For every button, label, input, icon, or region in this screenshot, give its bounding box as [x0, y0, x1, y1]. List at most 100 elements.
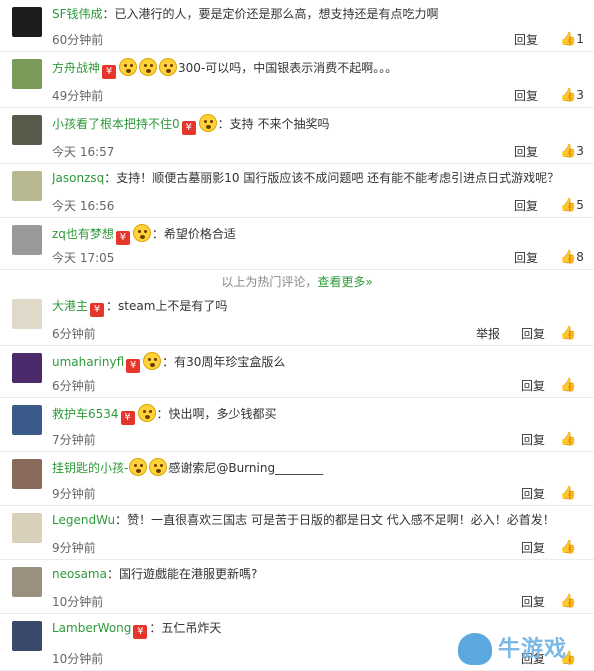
comment-time: 6分钟前 [52, 379, 96, 393]
like-button[interactable]: 👍5 [560, 198, 584, 213]
thumbs-up-icon: 👍 [560, 432, 577, 447]
reply-button[interactable]: 回复 [521, 487, 545, 501]
comment-item: 大港主 ¥ ：steam上不是有了吗 6分钟前 举报 回复 👍 [0, 292, 594, 346]
comment-time: 49分钟前 [52, 89, 104, 103]
thumbs-up-icon: 👍 [560, 32, 577, 47]
red-envelope-icon: ¥ [90, 303, 105, 317]
thumbs-up-icon: 👍 [560, 540, 577, 555]
like-count: 3 [576, 88, 584, 102]
report-button[interactable]: 举报 [476, 327, 500, 341]
like-button[interactable]: 👍 [560, 326, 576, 341]
comment-text: 感谢索尼@Burning________ [168, 461, 324, 475]
comment-time: 6分钟前 [52, 327, 96, 341]
divider-text: 以上为热门评论， [221, 275, 318, 289]
comment-time: 9分钟前 [52, 487, 96, 501]
thumbs-up-icon: 👍 [560, 88, 577, 103]
comment-text: ：已入港行的人，要是定价还是那么高，想支持还是有点吃力啊 [102, 7, 439, 21]
comment-item: 小孩看了根本把持不住0 ¥ ：支持 不来个抽奖吗 今天 16:57 回复 👍3 [0, 108, 594, 164]
like-button[interactable]: 👍 [560, 594, 576, 609]
reply-button[interactable]: 回复 [521, 541, 545, 555]
like-count: 1 [576, 32, 584, 46]
thumbs-up-icon: 👍 [560, 144, 577, 159]
like-button[interactable]: 👍 [560, 378, 576, 393]
reply-button[interactable]: 回复 [521, 327, 545, 341]
like-button[interactable]: 👍8 [560, 250, 584, 265]
thumbs-up-icon: 👍 [560, 326, 577, 341]
emoji-icon [139, 58, 158, 76]
avatar[interactable] [12, 353, 42, 383]
thumbs-up-icon: 👍 [560, 198, 577, 213]
username-link[interactable]: Jasonzsq [52, 171, 104, 185]
like-button[interactable]: 👍 [560, 432, 576, 447]
avatar[interactable] [12, 7, 42, 37]
username-link[interactable]: LamberWong [52, 621, 131, 635]
like-count: 3 [576, 144, 584, 158]
emoji-icon [119, 58, 138, 76]
username-link[interactable]: LegendWu [52, 513, 115, 527]
red-envelope-icon: ¥ [115, 231, 130, 245]
username-link[interactable]: neosama [52, 567, 107, 581]
comment-text: ：五仁吊炸天 [149, 621, 222, 635]
reply-button[interactable]: 回复 [521, 595, 545, 609]
like-count: 8 [576, 250, 584, 264]
reply-button[interactable]: 回复 [514, 33, 538, 47]
comment-text: ：支持 不来个抽奖吗 [217, 117, 330, 131]
username-link[interactable]: zq也有梦想 [52, 227, 114, 241]
username-link[interactable]: SF钱伟成 [52, 7, 103, 21]
reply-button[interactable]: 回复 [514, 145, 538, 159]
hot-comments-divider: 以上为热门评论，查看更多» [0, 270, 594, 294]
like-button[interactable]: 👍3 [560, 88, 584, 103]
emoji-icon [143, 352, 162, 370]
like-button[interactable]: 👍 [560, 486, 576, 501]
comment-time: 今天 16:57 [52, 145, 115, 159]
avatar[interactable] [12, 299, 42, 329]
comment-time: 今天 17:05 [52, 251, 115, 265]
thumbs-up-icon: 👍 [560, 594, 577, 609]
comment-text: ：支持！顺便古墓丽影10 国行版应该不成问题吧 还有能不能考虑引进点日式游戏呢？ [104, 171, 560, 185]
like-count: 5 [576, 198, 584, 212]
comment-item: 救护车6534 ¥ ：快出啊，多少钱都买 7分钟前 回复 👍 [0, 398, 594, 452]
reply-button[interactable]: 回复 [514, 251, 538, 265]
avatar[interactable] [12, 405, 42, 435]
comment-time: 9分钟前 [52, 541, 96, 555]
like-button[interactable]: 👍 [560, 540, 576, 555]
avatar[interactable] [12, 459, 42, 489]
comment-text: ：快出啊，多少钱都买 [156, 407, 277, 421]
comment-text: ：希望价格合适 [151, 227, 236, 241]
comment-item: umaharinyfl ¥ ：有30周年珍宝盒版么 6分钟前 回复 👍 [0, 346, 594, 398]
comment-text: 300-可以吗，中国银表示消费不起啊。。。 [178, 61, 398, 75]
like-button[interactable]: 👍1 [560, 32, 584, 47]
avatar[interactable] [12, 621, 42, 651]
username-link[interactable]: umaharinyfl [52, 355, 124, 369]
emoji-icon [159, 58, 178, 76]
reply-button[interactable]: 回复 [514, 199, 538, 213]
like-button[interactable]: 👍3 [560, 144, 584, 159]
username-link[interactable]: 小孩看了根本把持不住0 [52, 117, 180, 131]
comment-item: zq也有梦想 ¥ ：希望价格合适今天 17:05 回复 👍8 [0, 218, 594, 270]
comment-text: ：赞！一直很喜欢三国志 可是苦于日版的都是日文 代入感不足啊！必入！必首发！ [115, 513, 555, 527]
emoji-icon [137, 404, 156, 422]
comment-text: ：有30周年珍宝盒版么 [162, 355, 286, 369]
site-watermark: 牛游戏 [458, 631, 588, 669]
username-link[interactable]: 大港主 [52, 299, 88, 313]
avatar[interactable] [12, 513, 42, 543]
thumbs-up-icon: 👍 [560, 250, 577, 265]
reply-button[interactable]: 回复 [521, 433, 545, 447]
avatar[interactable] [12, 225, 42, 255]
comment-item: neosama：国行遊戲能在港服更新嗎? 10分钟前 回复 👍 [0, 560, 594, 614]
username-link[interactable]: 挂钥匙的小孩- [52, 461, 128, 475]
comment-time: 7分钟前 [52, 433, 96, 447]
username-link[interactable]: 救护车6534 [52, 407, 119, 421]
avatar[interactable] [12, 567, 42, 597]
username-link[interactable]: 方舟战神 [52, 61, 100, 75]
view-more-link[interactable]: 查看更多» [317, 275, 372, 289]
watermark-logo-icon [458, 633, 492, 665]
avatar[interactable] [12, 115, 42, 145]
avatar[interactable] [12, 171, 42, 201]
avatar[interactable] [12, 59, 42, 89]
reply-button[interactable]: 回复 [521, 379, 545, 393]
emoji-icon [198, 114, 217, 132]
thumbs-up-icon: 👍 [560, 486, 577, 501]
reply-button[interactable]: 回复 [514, 89, 538, 103]
red-envelope-icon: ¥ [133, 625, 148, 639]
